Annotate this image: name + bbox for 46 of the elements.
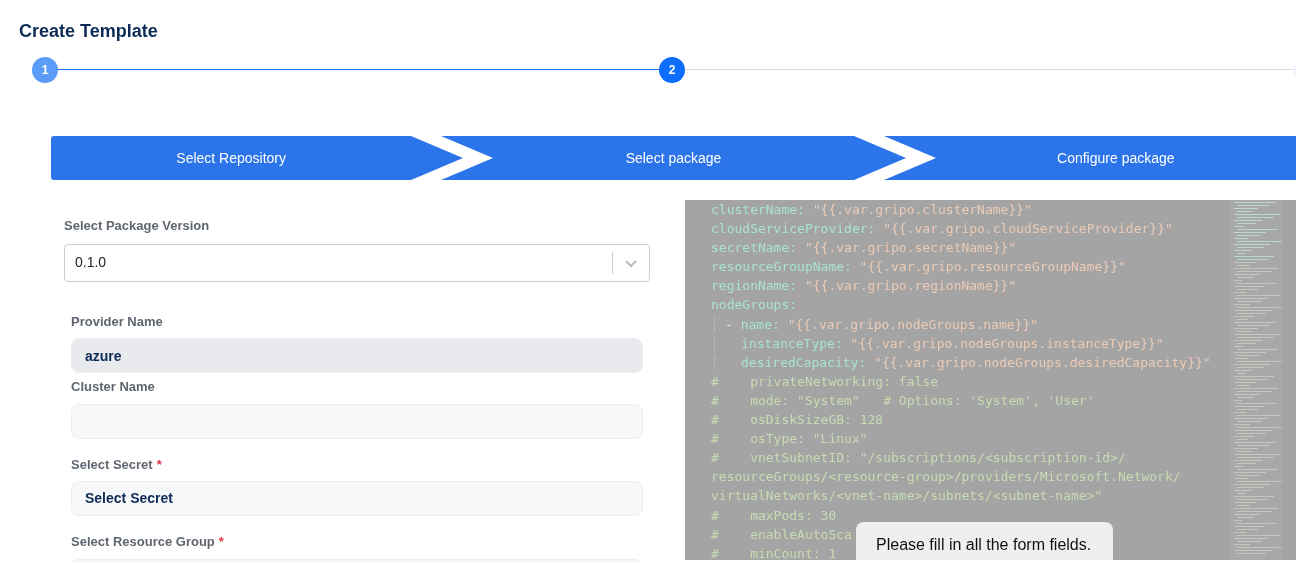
field-label: Select Resource Group — [71, 533, 215, 551]
code-string: "{{.var.gripo.secretName}}" — [804, 240, 1017, 256]
code-comment: # osType: "Linux" — [711, 431, 868, 447]
code-key: cloudServiceProvider: — [711, 221, 876, 237]
code-comment: resourceGroups/<resource-group>/providers/Microsoft.Network/ — [711, 469, 1181, 485]
version-select[interactable]: 0.1.0 — [64, 243, 650, 282]
form-toast: Please fill in all the form fields. — [856, 522, 1114, 560]
list-dash: - — [725, 316, 733, 332]
wizard-step[interactable]: Configure package — [935, 136, 1296, 180]
page-title: Create Template — [18, 20, 159, 43]
code-key: instanceType: — [741, 335, 843, 351]
chevron-divider-icon — [853, 136, 936, 180]
field-label: Select Secret — [71, 455, 153, 474]
code-string: "{{.var.gripo.nodeGroups.name}}" — [787, 316, 1039, 332]
wizard-step[interactable]: Select Repository — [51, 136, 412, 180]
step-circle[interactable]: 1 — [32, 57, 58, 83]
wizard-step[interactable]: Select package — [493, 136, 854, 180]
code-string: "{{.var.gripo.nodeGroups.desiredCapacity}}" — [874, 354, 1211, 370]
code-comment: # mode: "System" # Options: 'System', 'User' — [711, 392, 1095, 408]
code-string: "{{.var.gripo.cloudServiceProvider}}" — [883, 221, 1173, 237]
field-label: Cluster Name — [71, 378, 155, 396]
code-comment: # vnetSubnetID: "/subscriptions/<subscription-id>/ — [711, 450, 1126, 466]
code-key: desiredCapacity: — [741, 354, 867, 370]
select-field[interactable]: Select Secret — [71, 481, 643, 516]
required-mark: * — [156, 455, 162, 474]
field-label: Select Package Version — [64, 217, 211, 235]
field-label: Provider Name — [71, 312, 163, 331]
code-string: "{{.var.gripo.regionName}}" — [804, 278, 1017, 294]
code-comment: # enableAutoSca — [711, 526, 852, 542]
code-key: regionName: — [711, 278, 798, 294]
code-string: "{{.var.gripo.nodeGroups.instanceType}}" — [850, 335, 1164, 351]
required-mark: * — [218, 533, 224, 551]
code-comment: # minCount: 1 — [711, 545, 837, 560]
chevron-divider-icon — [411, 136, 494, 180]
code-string: "{{.var.gripo.clusterName}}" — [812, 202, 1032, 217]
step-circle[interactable]: 2 — [659, 57, 685, 83]
code-comment: virtualNetworks/<vnet-name>/subnets/<subnet-name>" — [711, 488, 1103, 504]
code-comment: # privateNetworking: false — [711, 373, 938, 389]
code-key: secretName: — [711, 240, 798, 256]
code-key: resourceGroupName: — [711, 259, 852, 275]
code-comment: # maxPods: 30 — [711, 507, 837, 523]
code-string: "{{.var.gripo.resourceGroupName}}" — [859, 259, 1126, 275]
code-key: nodeGroups: — [711, 297, 798, 313]
code-key: clusterName: — [711, 202, 805, 217]
code-key: name: — [740, 316, 780, 332]
code-comment: # osDiskSizeGB: 128 — [711, 412, 884, 428]
